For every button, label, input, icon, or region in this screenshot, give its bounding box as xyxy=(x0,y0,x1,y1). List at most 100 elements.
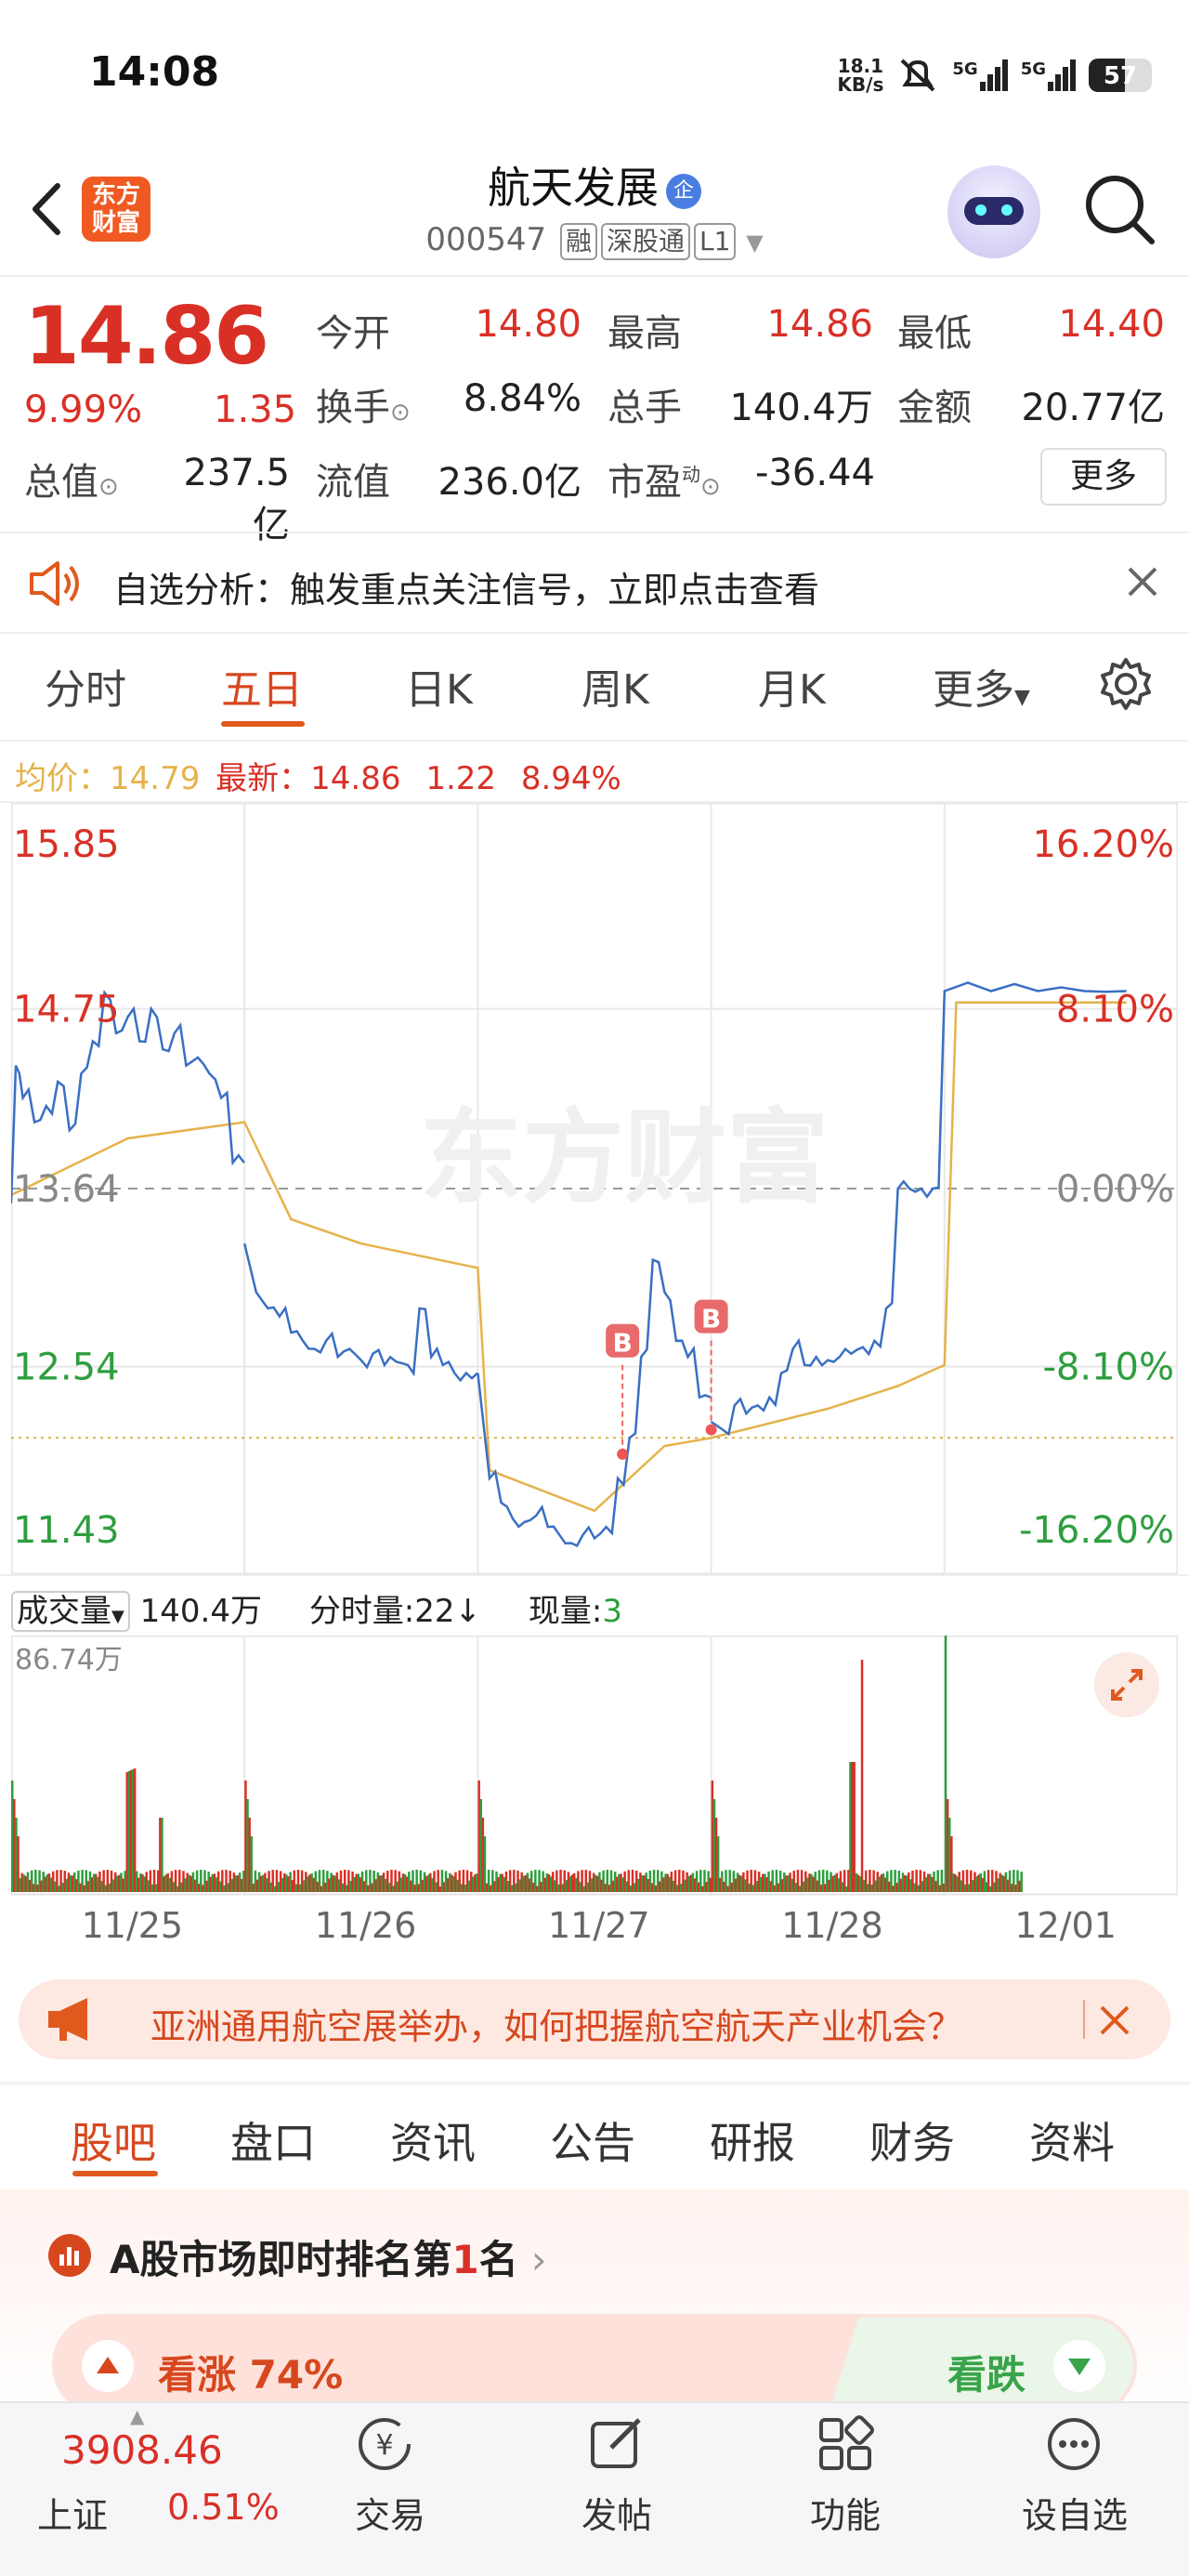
volume-caret-icon: ▼ xyxy=(111,1607,124,1626)
y-tick-left: 11.43 xyxy=(13,1509,120,1552)
tab-announcements[interactable]: 公告 xyxy=(550,2109,635,2171)
quote-value-low: 14.40 xyxy=(1058,303,1165,346)
tab-research[interactable]: 研报 xyxy=(710,2109,795,2171)
status-time: 14:08 xyxy=(89,48,220,96)
price-chart[interactable]: 东方财富 BB 15.8514.7513.6412.5411.43 16.20%… xyxy=(11,803,1178,1576)
y-tick-right: -16.20% xyxy=(1019,1509,1174,1552)
tab-weekly-k[interactable]: 周K xyxy=(581,656,649,716)
quote-label-float-cap: 流值 xyxy=(316,461,390,504)
index-caret-icon: ▲ xyxy=(130,2405,145,2427)
nav-function[interactable] xyxy=(816,2414,875,2477)
quote-label-volume: 总手 xyxy=(608,387,682,429)
signal-1-icon: 5G xyxy=(952,59,1008,91)
banner-close-icon[interactable] xyxy=(1098,2004,1131,2037)
quote-label-turnover: 换手⊙ xyxy=(316,377,411,431)
quote-value-pe: -36.44 xyxy=(755,452,875,494)
volume-chart[interactable]: 86.74万 xyxy=(11,1636,1178,1896)
assistant-robot-avatar[interactable] xyxy=(947,165,1040,258)
date-label: 11/28 xyxy=(781,1905,883,1946)
volume-grid xyxy=(11,1636,1178,1896)
tab-orderbook[interactable]: 盘口 xyxy=(230,2109,316,2171)
volume-total: 140.4万 xyxy=(139,1593,262,1630)
rank-text[interactable]: A股市场即时排名第1名 › xyxy=(110,2228,547,2285)
nav-add-watchlist[interactable] xyxy=(1044,2414,1104,2477)
interval-volume-label: 分时量: xyxy=(308,1593,415,1630)
nav-trade[interactable]: ¥ xyxy=(355,2414,414,2477)
tab-intraday[interactable]: 分时 xyxy=(45,656,126,716)
last-percent: 8.94% xyxy=(520,760,621,797)
notice-bottom-divider xyxy=(0,632,1189,634)
net-speed: 18.1 KB/s xyxy=(837,57,883,94)
tab-more[interactable]: 更多▼ xyxy=(933,656,1030,716)
date-label: 11/27 xyxy=(548,1905,650,1946)
sim1-label: 5G xyxy=(952,59,978,79)
now-volume-value: 3 xyxy=(602,1593,622,1630)
change-amount: 1.35 xyxy=(214,388,297,431)
tab-news[interactable]: 资讯 xyxy=(390,2109,476,2171)
banner-text: 亚洲通用航空展举办，如何把握航空航天产业机会？ xyxy=(150,2006,963,2047)
avg-value: 14.79 xyxy=(110,760,201,797)
expand-chart-button[interactable] xyxy=(1094,1652,1159,1717)
quote-value-high: 14.86 xyxy=(766,303,873,346)
vote-down-label: 看跌 xyxy=(947,2352,1026,2398)
rank-prefix: A股市场即时排名第 xyxy=(110,2237,452,2282)
tag-connect: 深股通 xyxy=(600,223,690,260)
bar-chart-icon xyxy=(59,2247,79,2266)
volume-bar xyxy=(860,1660,864,1892)
tab-more-caret-icon: ▼ xyxy=(1014,686,1030,709)
marker-dot xyxy=(705,1424,717,1436)
volume-max-label: 86.74万 xyxy=(15,1644,123,1676)
info-dots-icon: ⊙ xyxy=(700,473,721,501)
grid-function-icon xyxy=(819,2415,874,2470)
svg-text:¥: ¥ xyxy=(375,2429,393,2462)
price-line xyxy=(11,981,1127,1548)
interval-volume-value: 22 xyxy=(414,1593,455,1630)
tab-forum[interactable]: 股吧 xyxy=(71,2109,156,2171)
vote-down-button[interactable] xyxy=(1053,2340,1105,2392)
date-label: 12/01 xyxy=(1014,1905,1117,1946)
nav-post[interactable] xyxy=(587,2414,647,2477)
tab-profile[interactable]: 资料 xyxy=(1029,2109,1115,2171)
volume-bar xyxy=(1020,1872,1023,1892)
sim2-label: 5G xyxy=(1020,59,1046,79)
nav-post-label: 发帖 xyxy=(581,2495,653,2536)
notice-text: 自选分析：触发重点关注信号，立即点击查看 xyxy=(113,570,820,611)
megaphone-icon xyxy=(48,1998,87,2041)
index-percent: 0.51% xyxy=(167,2487,280,2528)
quote-value-amount: 20.77亿 xyxy=(1021,387,1165,429)
y-axis-right: 16.20% 8.10% 0.00% -8.10% -16.20% xyxy=(1019,823,1174,1552)
enterprise-badge: 企 xyxy=(666,173,701,209)
vote-up-label: 看涨 74% xyxy=(158,2352,344,2398)
triangle-up-icon xyxy=(97,2357,119,2373)
last-label: 最新： xyxy=(216,760,311,797)
tab-daily-k[interactable]: 日K xyxy=(405,656,473,716)
nav-add-watchlist-label: 设自选 xyxy=(1022,2495,1129,2536)
marker-dot xyxy=(617,1448,629,1460)
tag-margin: 融 xyxy=(559,223,597,260)
tab-five-day[interactable]: 五日 xyxy=(221,656,303,716)
y-tick-left: 13.64 xyxy=(13,1168,120,1211)
nav-trade-label: 交易 xyxy=(355,2495,426,2536)
watermark: 东方财富 xyxy=(420,1098,829,1217)
y-tick-right: 8.10% xyxy=(1056,989,1174,1032)
volume-selector[interactable]: 成交量▼ xyxy=(11,1591,130,1632)
y-tick-left: 12.54 xyxy=(13,1347,120,1389)
search-icon[interactable] xyxy=(1079,169,1159,249)
close-icon[interactable] xyxy=(1126,565,1159,598)
quote-value-open: 14.80 xyxy=(475,303,581,346)
tab-monthly-k[interactable]: 月K xyxy=(758,656,826,716)
nav-function-label: 功能 xyxy=(810,2495,882,2536)
more-quote-button[interactable]: 更多 xyxy=(1040,448,1167,506)
tab-financials[interactable]: 财务 xyxy=(869,2109,955,2171)
quote-value-turnover: 8.84% xyxy=(463,377,581,420)
quote-value-float-cap: 236.0亿 xyxy=(438,461,581,504)
vote-up-button[interactable] xyxy=(82,2340,134,2392)
battery-text: 57 xyxy=(1103,62,1138,90)
active-tab-underline xyxy=(221,721,305,727)
settings-gear-icon[interactable] xyxy=(1098,656,1154,712)
quote-label-market-cap: 总值⊙ xyxy=(24,452,119,506)
notice-top-divider xyxy=(0,532,1189,533)
section-divider xyxy=(0,2082,1189,2085)
index-value[interactable]: 3908.46 xyxy=(61,2427,223,2473)
y-tick-left: 15.85 xyxy=(13,823,120,866)
